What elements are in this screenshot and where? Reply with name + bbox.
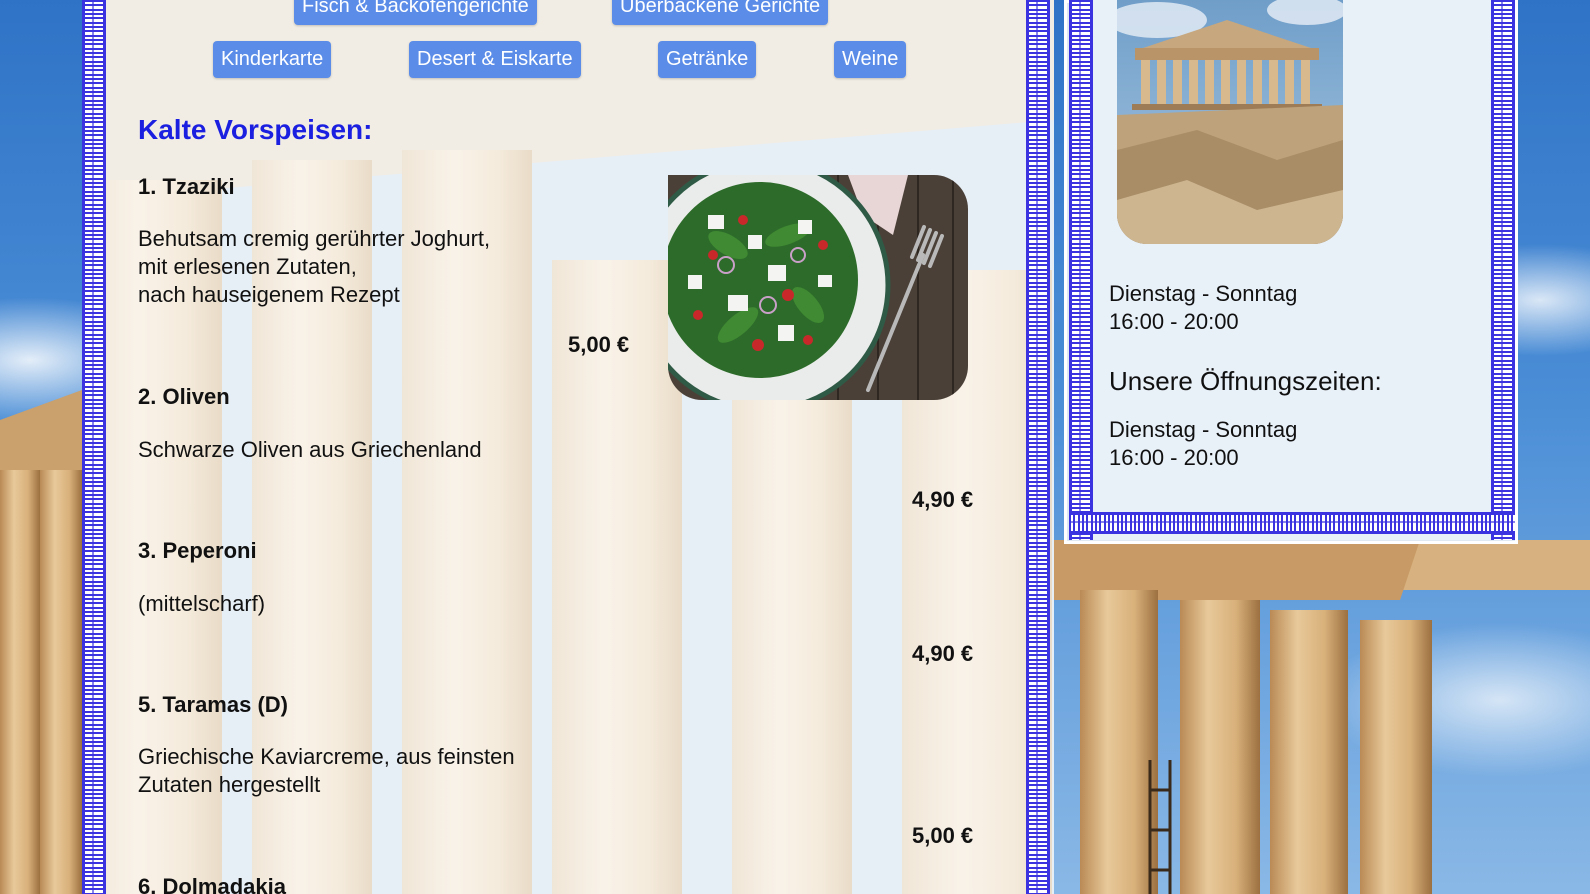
- side-bottom-meander: [1069, 512, 1515, 534]
- side-left-meander: [1069, 0, 1093, 540]
- menu-item-desc: Griechische Kaviarcreme, aus feinsten Zu…: [138, 744, 515, 797]
- right-meander-border: [1026, 0, 1050, 894]
- hours-text-2: Dienstag - Sonntag 16:00 - 20:00: [1109, 417, 1298, 470]
- side-right-meander: [1491, 0, 1515, 540]
- menu-item-price: 4,90 €: [912, 641, 974, 666]
- menu-content: Fisch & Backofengerichte Überbackene Ger…: [108, 0, 1028, 894]
- left-meander-border: [82, 0, 106, 894]
- opening-hours-panel: Dienstag - Sonntag 16:00 - 20:00 Unsere …: [1064, 0, 1518, 544]
- menu-item-name: 1. Tzaziki: [138, 174, 235, 199]
- menu-item-desc: (mittelscharf): [138, 591, 266, 616]
- nav-desert-eiskarte[interactable]: Desert & Eiskarte: [409, 41, 581, 78]
- menu-item-name: 3. Peperoni: [138, 538, 257, 563]
- nav-weine[interactable]: Weine: [834, 41, 907, 78]
- salad-photo: [668, 175, 968, 400]
- menu-item-price: 4,90 €: [912, 487, 974, 512]
- menu-item-desc: Schwarze Oliven aus Griechenland: [138, 437, 482, 462]
- menu-item-desc: Behutsam cremig gerührter Joghurt, mit e…: [138, 226, 491, 307]
- menu-item-price: 5,00 €: [568, 332, 630, 357]
- menu-item-name: 2. Oliven: [138, 384, 230, 409]
- section-title: Kalte Vorspeisen:: [138, 114, 373, 145]
- nav-fisch-backofen[interactable]: Fisch & Backofengerichte: [294, 0, 537, 25]
- parthenon-photo: [1117, 0, 1343, 244]
- menu-item-name: 6. Dolmadakia: [138, 874, 286, 894]
- menu-item-name: 5. Taramas (D): [138, 692, 288, 717]
- menu-item-price: 5,00 €: [912, 823, 974, 848]
- opening-hours-inner: Dienstag - Sonntag 16:00 - 20:00 Unsere …: [1069, 0, 1515, 540]
- menu-panel: Fisch & Backofengerichte Überbackene Ger…: [82, 0, 1054, 894]
- nav-kinderkarte[interactable]: Kinderkarte: [213, 41, 332, 78]
- nav-ueberbackene[interactable]: Überbackene Gerichte: [612, 0, 829, 25]
- nav-getraenke[interactable]: Getränke: [658, 41, 757, 78]
- opening-hours-heading: Unsere Öffnungszeiten:: [1109, 366, 1382, 396]
- hours-text-1: Dienstag - Sonntag 16:00 - 20:00: [1109, 281, 1298, 334]
